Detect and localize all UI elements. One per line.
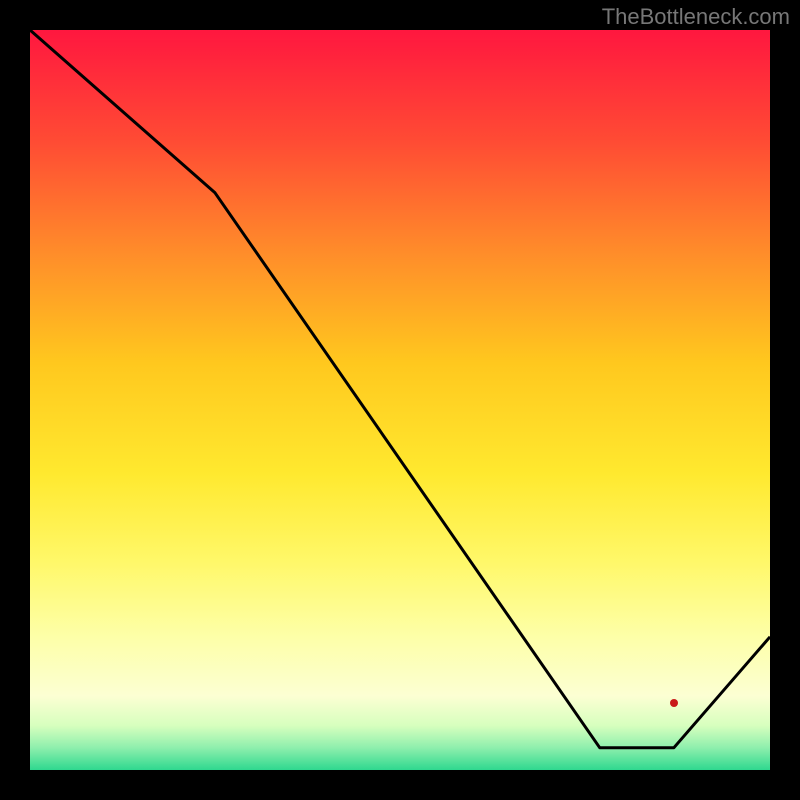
chart-svg bbox=[30, 30, 770, 770]
watermark-text: TheBottleneck.com bbox=[602, 4, 790, 30]
chart-container: TheBottleneck.com bbox=[0, 0, 800, 800]
curve-line bbox=[30, 30, 770, 748]
